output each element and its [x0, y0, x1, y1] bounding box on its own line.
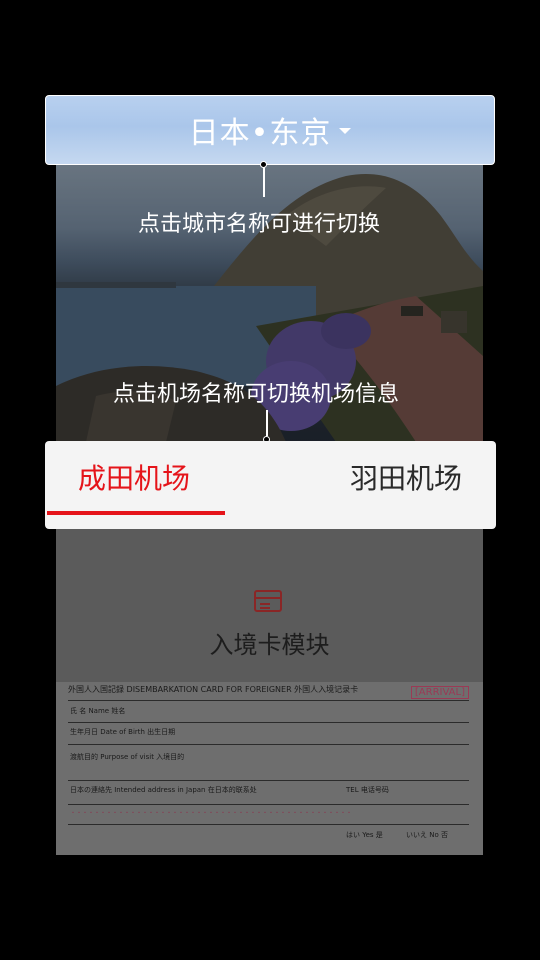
form-header: 外国人入国記録 DISEMBARKATION CARD FOR FOREIGNE… — [68, 685, 359, 694]
form-note: ・・・・・・・・・・・・・・・・・・・・・・・・・・・・・・・・・・・・・・・・… — [70, 810, 353, 817]
form-divider — [68, 824, 469, 825]
form-divider — [68, 804, 469, 805]
form-field-birth: 生年月日 Date of Birth 出生日期 — [70, 728, 176, 736]
caret-down-icon — [339, 128, 352, 134]
city-switch-hint: 点击城市名称可进行切换 — [138, 212, 381, 237]
tab-narita-airport[interactable]: 成田机场 — [78, 457, 190, 497]
city-selector[interactable]: 日本•东京 — [45, 95, 495, 165]
app-screen: 入境卡模块 外国人入国記録 DISEMBARKATION CARD FOR FO… — [0, 0, 540, 960]
form-field-tel: TEL 电话号码 — [346, 786, 389, 794]
form-arrival-badge: [ARRIVAL] — [410, 686, 469, 699]
active-tab-indicator — [47, 511, 225, 515]
form-divider — [68, 700, 469, 701]
form-option-no: いいえ No 否 — [406, 831, 448, 839]
module-title[interactable]: 入境卡模块 — [56, 625, 483, 660]
card-icon — [254, 590, 282, 612]
guide-line — [266, 410, 268, 436]
airport-switch-hint: 点击机场名称可切换机场信息 — [113, 382, 400, 407]
form-divider — [68, 780, 469, 781]
form-field-name: 氏 名 Name 姓名 — [70, 707, 126, 715]
tab-haneda-airport[interactable]: 羽田机场 — [350, 457, 462, 497]
form-option-yes: はい Yes 是 — [346, 831, 383, 839]
guide-line — [263, 167, 265, 197]
form-field-purpose: 渡航目的 Purpose of visit 入境目的 — [70, 753, 185, 761]
form-divider — [68, 744, 469, 745]
arrival-card-preview[interactable]: 外国人入国記録 DISEMBARKATION CARD FOR FOREIGNE… — [56, 682, 483, 855]
form-divider — [68, 722, 469, 723]
city-label: 日本•东京 — [188, 116, 332, 151]
airport-tabs: 成田机场 羽田机场 — [45, 441, 496, 529]
form-field-address: 日本の連絡先 Intended address in Japan 在日本的联系处 — [70, 786, 257, 794]
